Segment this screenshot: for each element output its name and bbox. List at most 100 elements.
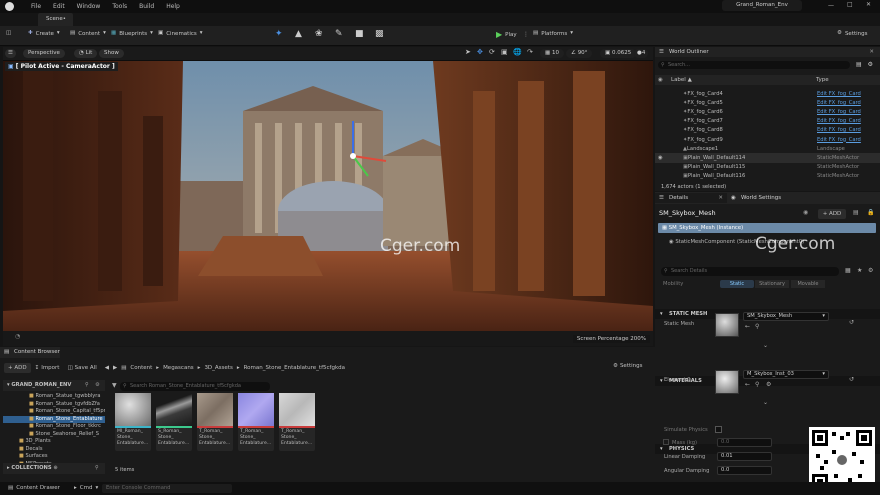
tree-folder-item[interactable]: ■ Roman_Statue_tgvfdbZfa <box>3 401 105 409</box>
outliner-search-input[interactable]: ⚲ Search... <box>658 61 850 69</box>
close-icon[interactable]: ✕ <box>718 193 723 203</box>
table-row[interactable]: ◉ ▣ Plain_Wall_Default114 StaticMeshActor <box>655 153 880 163</box>
add-collection-icon[interactable]: ⊕ <box>52 465 57 471</box>
actor-type[interactable]: Edit FX_fog_Card <box>817 137 861 143</box>
reset-icon[interactable]: ↺ <box>849 320 854 326</box>
viewport-options-icon[interactable]: ◔ <box>15 334 20 340</box>
use-selected-icon[interactable]: ← <box>745 324 750 330</box>
menu-file[interactable]: File <box>31 3 41 10</box>
search-icon[interactable]: ⚲ <box>85 380 89 391</box>
tree-folder-item[interactable]: ■ Decals <box>3 446 105 454</box>
actor-type[interactable]: Edit FX_fog_Card <box>817 100 861 106</box>
minimize-icon[interactable]: — <box>828 3 834 9</box>
blueprints-button[interactable]: ▦ Blueprints ▾ <box>111 31 153 37</box>
label-column[interactable]: Label ▲ <box>671 75 692 85</box>
viewport-menu-button[interactable]: ☰ <box>5 49 16 58</box>
material-picker[interactable]: M_Skybox_Inst_03 ▾ <box>743 370 829 379</box>
surface-snap-icon[interactable]: ↷ <box>527 49 533 56</box>
search-icon[interactable]: ⚲ <box>95 463 99 474</box>
table-row[interactable]: ✦ FX_fog_Card8 Edit FX_fog_Card <box>655 126 880 135</box>
save-all-button[interactable]: ◫ Save All <box>67 365 96 371</box>
save-button[interactable]: ◫ <box>6 30 11 37</box>
use-selected-icon[interactable]: ← <box>745 382 750 388</box>
lit-button[interactable]: ◔ Lit <box>74 49 98 58</box>
add-asset-button[interactable]: + ADD <box>4 362 31 373</box>
tab-details[interactable]: ☰ Details ✕ <box>655 193 727 203</box>
tree-folder-item[interactable]: ■ Roman_Stone_Floor_tkkrc <box>3 423 105 431</box>
mass-field[interactable]: 0.0 <box>717 438 772 447</box>
details-search-input[interactable]: ⚲ Search Details <box>661 267 839 276</box>
asset-material-instance[interactable]: MI_Roman_ Stone_ Entablature... <box>115 393 151 451</box>
tab-scene[interactable]: Scene• <box>38 13 73 26</box>
menu-help[interactable]: Help <box>166 3 180 10</box>
maximize-icon[interactable]: □ <box>847 2 853 8</box>
visibility-icon[interactable]: ◉ <box>658 155 663 161</box>
browse-icon[interactable]: ⚲ <box>755 324 759 330</box>
table-row[interactable]: ▲ Landscape1 Landscape <box>655 144 880 153</box>
actor-type[interactable]: Edit FX_fog_Card <box>817 127 861 133</box>
cinematics-button[interactable]: ▣ Cinematics ▾ <box>158 31 203 37</box>
asset-search-input[interactable]: ⚲ Search Roman_Stone_Entablature_tf5cfgkd… <box>120 382 270 391</box>
table-row[interactable]: ✦ FX_fog_Card5 Edit FX_fog_Card <box>655 98 880 107</box>
console-command-input[interactable]: Enter Console Command <box>102 484 232 493</box>
path-current-folder[interactable]: Roman_Stone_Entablature_tf5cfgkda <box>244 365 345 371</box>
tree-folder-item[interactable]: ■ Roman_Stone_Capital_tf5pr <box>3 408 105 416</box>
path-content[interactable]: Content <box>130 365 152 371</box>
content-drawer-button[interactable]: ▤ Content Drawer <box>8 485 60 491</box>
world-space-icon[interactable]: 🌐 <box>513 49 522 56</box>
gear-icon[interactable]: ⚙ <box>868 268 873 274</box>
expand-chevron-icon[interactable]: ⌄ <box>763 400 768 406</box>
static-mesh-picker[interactable]: SM_Skybox_Mesh ▾ <box>743 312 829 321</box>
menu-window[interactable]: Window <box>77 3 101 10</box>
paint-mode-icon[interactable]: ✎ <box>335 30 343 39</box>
tree-folder-item[interactable]: ■ Stone_Seahorse_Relief_S <box>3 431 105 439</box>
tree-root[interactable]: ▾ GRAND_ROMAN_ENV ⚲ ⚙ <box>3 380 105 391</box>
select-tool-icon[interactable]: ➤ <box>465 49 471 56</box>
path-3d-assets[interactable]: 3D_Assets <box>204 365 232 371</box>
tree-folder-item[interactable]: ■ Surfaces <box>3 453 105 461</box>
table-row[interactable]: ✦ FX_fog_Card6 Edit FX_fog_Card <box>655 107 880 116</box>
path-megascans[interactable]: Megascans <box>163 365 194 371</box>
mobility-stationary[interactable]: Stationary <box>755 280 789 288</box>
tree-folder-item[interactable]: ■ Roman_Stone_Entablature <box>3 415 105 423</box>
asset-texture-normal[interactable]: T_Roman_ Stone_ Entablature... <box>238 393 274 451</box>
add-component-button[interactable]: + ADD <box>818 209 846 219</box>
static-mesh-thumbnail[interactable] <box>715 313 739 337</box>
content-settings-button[interactable]: ⚙ Settings <box>613 363 643 369</box>
asset-static-mesh[interactable]: S_Roman_ Stone_ Entablature... <box>156 393 192 451</box>
tree-folder-item[interactable]: ■ 3D_Plants <box>3 438 105 446</box>
actor-type[interactable]: Edit FX_fog_Card <box>817 91 861 97</box>
scale-snap-button[interactable]: ▣ 0.0625 <box>600 49 637 58</box>
asset-texture-albedo[interactable]: T_Roman_ Stone_ Entablature... <box>197 393 233 451</box>
settings-button[interactable]: ⚙ Settings <box>837 31 868 37</box>
actor-type[interactable]: Edit FX_fog_Card <box>817 118 861 124</box>
rotation-snap-button[interactable]: ∠ 90° <box>566 49 593 58</box>
camera-speed-button[interactable]: ●4 <box>634 49 649 58</box>
tab-world-settings[interactable]: ◉ World Settings <box>727 193 807 203</box>
mobility-movable[interactable]: Movable <box>791 280 825 288</box>
content-button[interactable]: ▤ Content ▾ <box>70 31 106 37</box>
material-thumbnail[interactable] <box>715 370 739 394</box>
actor-type[interactable]: Edit FX_fog_Card <box>817 109 861 115</box>
grid-snap-button[interactable]: ▦ 10 <box>540 49 564 58</box>
table-row[interactable]: ▣ Plain_Wall_Default116 StaticMeshActor <box>655 172 880 181</box>
add-folder-icon[interactable]: ▤ <box>856 62 862 68</box>
menu-build[interactable]: Build <box>139 3 154 10</box>
filter-icon[interactable]: ▼ <box>112 383 117 389</box>
foliage-mode-icon[interactable]: ❀ <box>315 30 323 39</box>
component-instance-row[interactable]: ▦ SM_Skybox_Mesh (Instance) <box>658 223 876 233</box>
tab-content-browser[interactable]: ▤ Content Browser <box>0 347 60 358</box>
menu-edit[interactable]: Edit <box>53 3 65 10</box>
table-row[interactable]: ✦ FX_fog_Card9 Edit FX_fog_Card <box>655 135 880 144</box>
rotate-tool-icon[interactable]: ⟳ <box>489 49 495 56</box>
level-viewport[interactable]: ☰ Perspective ◔ Lit Show ➤ ✥ ⟳ ▣ 🌐 ↷ ▦ 1… <box>3 47 653 346</box>
perspective-button[interactable]: Perspective <box>23 49 65 58</box>
move-tool-icon[interactable]: ✥ <box>477 49 483 56</box>
cmd-button[interactable]: ▸ Cmd ▾ <box>74 485 98 491</box>
table-row[interactable]: ▣ Plain_Wall_Default115 StaticMeshActor <box>655 163 880 172</box>
forward-icon[interactable]: ▶ <box>113 365 117 371</box>
tree-folder-item[interactable]: ■ Roman_Statue_tgwbblyra <box>3 393 105 401</box>
platforms-button[interactable]: ▤ Platforms ▾ <box>533 31 573 37</box>
play-button[interactable]: ▶ Play <box>496 31 517 39</box>
asset-texture-roughness[interactable]: T_Roman_ Stone_ Entablature... <box>279 393 315 451</box>
